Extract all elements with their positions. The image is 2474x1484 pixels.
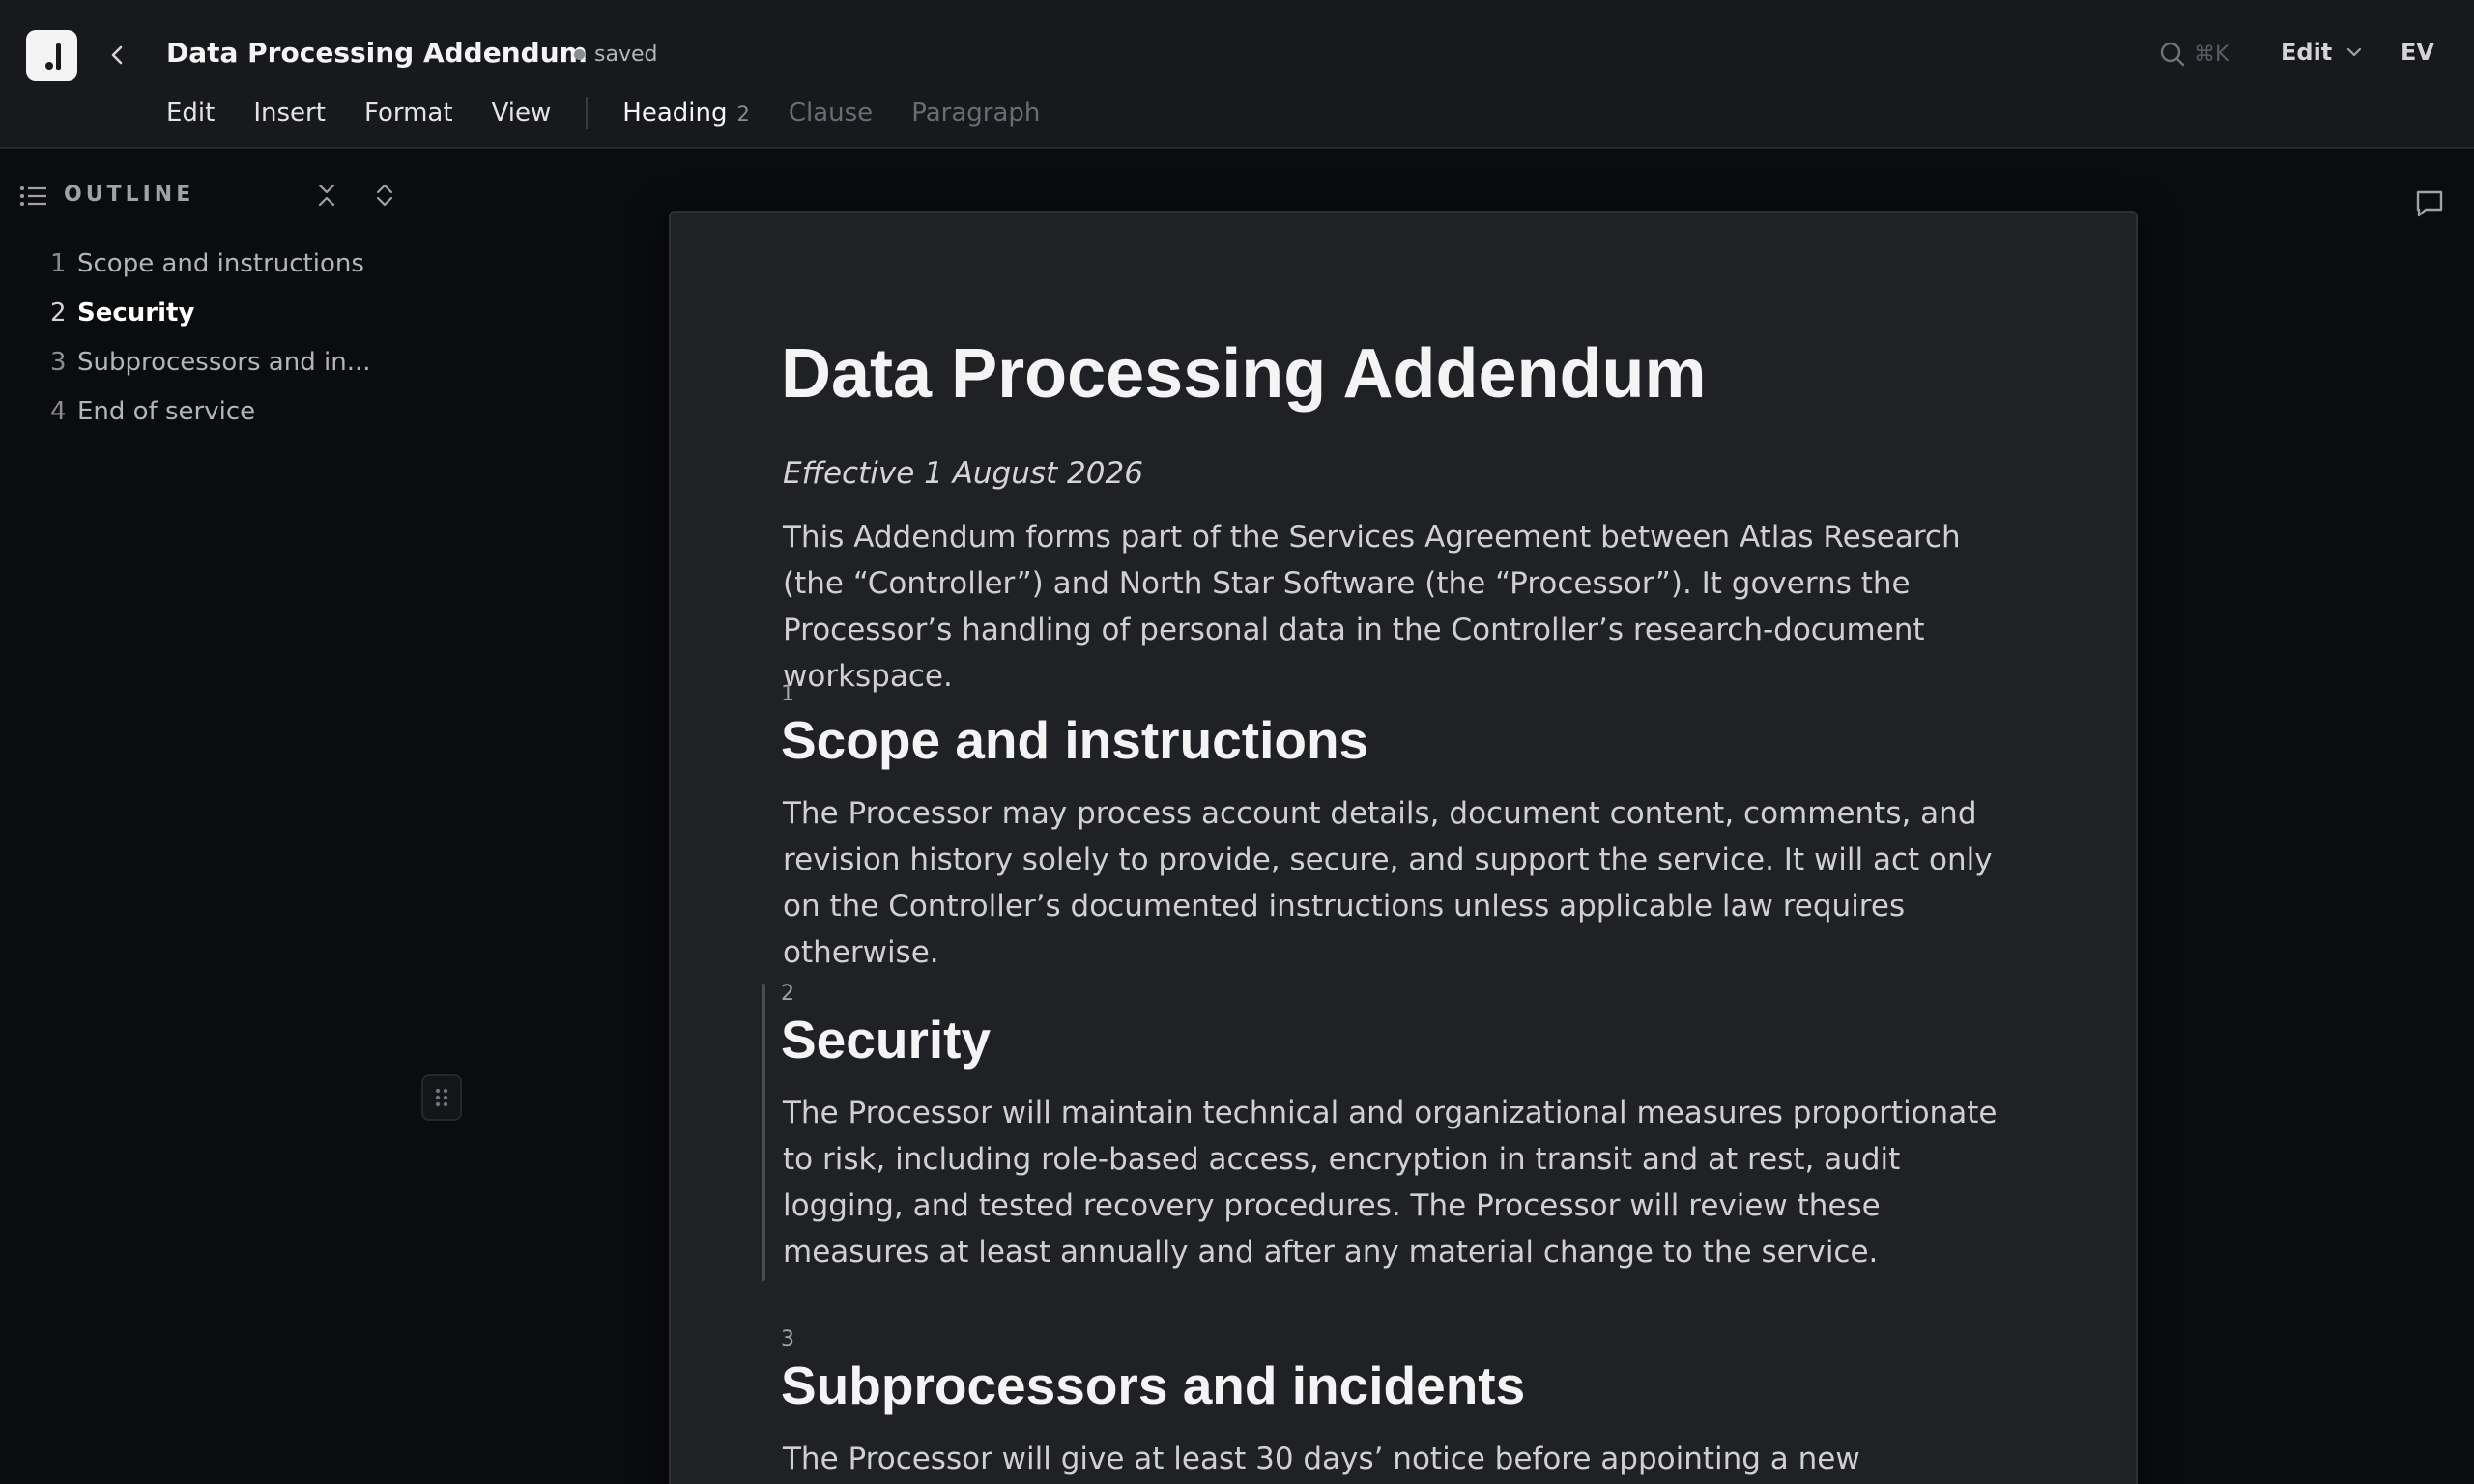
effective-date[interactable]: Effective 1 August 2026 [783, 456, 1143, 491]
menu-edit[interactable]: Edit [166, 99, 215, 128]
outline-item-number: 1 [50, 249, 67, 278]
section-body-security[interactable]: The Processor will maintain technical an… [783, 1090, 2029, 1275]
section-heading-security[interactable]: Security [781, 1009, 991, 1070]
outline-item-label: Subprocessors and in... [77, 348, 371, 377]
outline-item-security[interactable]: 2 Security [50, 299, 398, 348]
chevron-down-icon [2347, 47, 2362, 57]
save-status-dot [574, 49, 585, 60]
grip-icon [435, 1088, 448, 1107]
outline-title: OUTLINE [64, 183, 195, 207]
outline-list: 1 Scope and instructions 2 Security 3 Su… [50, 249, 398, 446]
selected-block-indicator [762, 984, 765, 1281]
section-number: 1 [781, 682, 794, 706]
outline-item-number: 4 [50, 397, 67, 426]
outline-item-label: Scope and instructions [77, 249, 364, 278]
block-type-clause[interactable]: Clause [789, 99, 873, 128]
block-type-heading-label: Heading [622, 99, 728, 128]
block-type-heading[interactable]: Heading 2 [622, 99, 750, 128]
save-status: saved [574, 43, 657, 67]
search-shortcut: ⌘K [2194, 42, 2229, 67]
expand-icon [376, 184, 393, 207]
app-logo[interactable] [26, 30, 77, 81]
expand-all-button[interactable] [369, 180, 400, 214]
outline-item-number: 3 [50, 348, 67, 377]
search-button[interactable]: ⌘K [2157, 39, 2229, 70]
list-icon [20, 186, 46, 206]
intro-paragraph[interactable]: This Addendum forms part of the Services… [783, 514, 2029, 699]
back-button[interactable] [102, 39, 131, 71]
outline-item-end-of-service[interactable]: 4 End of service [50, 397, 398, 446]
section-number: 3 [781, 1327, 794, 1352]
outline-item-label: End of service [77, 397, 256, 426]
chevron-left-icon [111, 45, 123, 65]
document-page: Data Processing Addendum Effective 1 Aug… [669, 211, 2138, 1484]
menu-insert[interactable]: Insert [253, 99, 326, 128]
section-body-scope[interactable]: The Processor may process account detail… [783, 790, 2029, 976]
outline-header: OUTLINE [19, 180, 406, 211]
document-title[interactable]: Data Processing Addendum [166, 37, 588, 69]
outline-item-label: Security [77, 299, 195, 328]
menu-view[interactable]: View [492, 99, 552, 128]
section-number: 2 [781, 982, 794, 1006]
top-bar: Data Processing Addendum saved ⌘K Edit E… [0, 0, 2474, 149]
menu-format[interactable]: Format [364, 99, 453, 128]
search-icon [2160, 42, 2185, 67]
collapse-icon [318, 184, 335, 207]
user-avatar[interactable]: EV [2401, 39, 2434, 66]
sidebar-resize-handle[interactable] [421, 1074, 462, 1121]
comment-icon [2416, 190, 2443, 217]
document-heading[interactable]: Data Processing Addendum [781, 334, 1707, 414]
save-status-text: saved [594, 43, 658, 67]
block-type-paragraph[interactable]: Paragraph [911, 99, 1040, 128]
outline-item-number: 2 [50, 299, 67, 328]
menu-divider [586, 97, 589, 129]
section-body-subprocessors[interactable]: The Processor will give at least 30 days… [783, 1436, 2029, 1484]
section-heading-scope[interactable]: Scope and instructions [781, 709, 1368, 771]
collapse-all-button[interactable] [311, 180, 342, 214]
heading-level-badge: 2 [736, 102, 750, 126]
section-heading-subprocessors[interactable]: Subprocessors and incidents [781, 1355, 1525, 1416]
outline-item-subprocessors[interactable]: 3 Subprocessors and in... [50, 348, 398, 397]
edit-mode-label: Edit [2281, 39, 2333, 66]
menu-bar: Edit Insert Format View Heading 2 Clause … [166, 97, 1079, 129]
comments-button[interactable] [2412, 186, 2447, 224]
edit-mode-dropdown[interactable]: Edit [2281, 39, 2365, 66]
outline-item-scope[interactable]: 1 Scope and instructions [50, 249, 398, 299]
